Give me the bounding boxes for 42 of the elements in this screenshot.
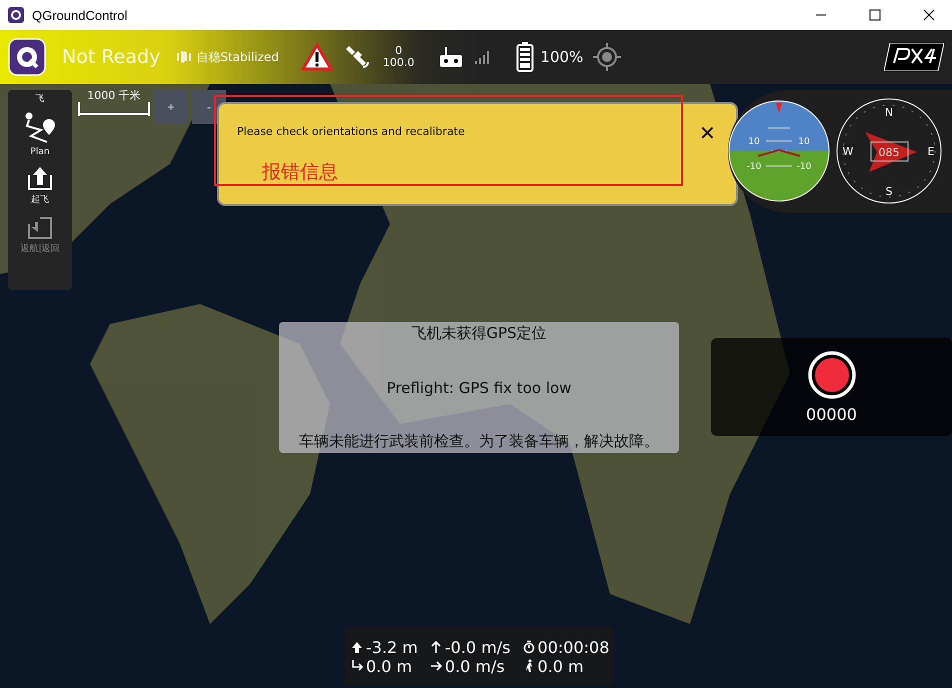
telemetry-value: -3.2 m (366, 638, 418, 656)
app-logo-icon[interactable] (8, 38, 46, 76)
close-button[interactable]: ✕ (693, 120, 722, 147)
telemetry-value: 00:00:08 (538, 638, 610, 656)
toolstrip-button[interactable]: Plan (21, 109, 59, 159)
up-arrow-icon (430, 640, 443, 654)
turn-arrow-icon (351, 659, 364, 673)
attitude-indicator: 10 10 -10 -10 (728, 100, 830, 202)
recording-counter: 00000 (806, 404, 857, 424)
telemetry-value: 0.0 m/s (444, 656, 505, 676)
window-title: QGroundControl (32, 8, 128, 22)
up-arrow-icon (351, 640, 364, 654)
route-pins-icon (23, 111, 57, 145)
telemetry-value: 0.0 m (366, 656, 412, 676)
alert-message: Please check orientations and recalibrate (237, 125, 465, 138)
px4-logo (884, 43, 944, 71)
rc-transmitter-icon[interactable] (438, 45, 464, 69)
satellite-count: 0 (395, 44, 402, 57)
telemetry-value: 0.0 m (538, 656, 584, 676)
annotation-label: 报错信息 (262, 160, 338, 185)
record-button[interactable] (808, 350, 856, 398)
zoom-button[interactable]: + (154, 90, 188, 124)
crosshair-icon[interactable] (593, 43, 622, 71)
battery-icon[interactable] (516, 41, 534, 73)
app-icon (8, 7, 24, 23)
tools-header: 飞 (36, 93, 44, 105)
map-scale-label: 1000 千米 (87, 90, 141, 102)
telemetry-value: -0.0 m/s (444, 638, 511, 656)
stopwatch-icon (522, 640, 536, 654)
map-scale-bar (78, 102, 150, 116)
wave-icon (176, 50, 192, 64)
upload-arrow-icon (26, 165, 54, 191)
warning-icon[interactable] (300, 43, 333, 71)
preflight-message: Preflight: GPS fix too low (386, 378, 572, 396)
preflight-message: 飞机未获得GPS定位 (411, 324, 547, 343)
preflight-message: 车辆未能进行武装前检查。为了装备车辆，解决故障。 (299, 432, 659, 451)
compass: N E S W 085 (835, 97, 943, 205)
battery-percent: 100% (540, 48, 584, 66)
toolstrip-button[interactable]: 起飞 (24, 163, 56, 208)
return-arrow-icon (26, 214, 54, 240)
right-arrow-icon (430, 659, 443, 673)
gps-hdop: 100.0 (382, 57, 414, 70)
